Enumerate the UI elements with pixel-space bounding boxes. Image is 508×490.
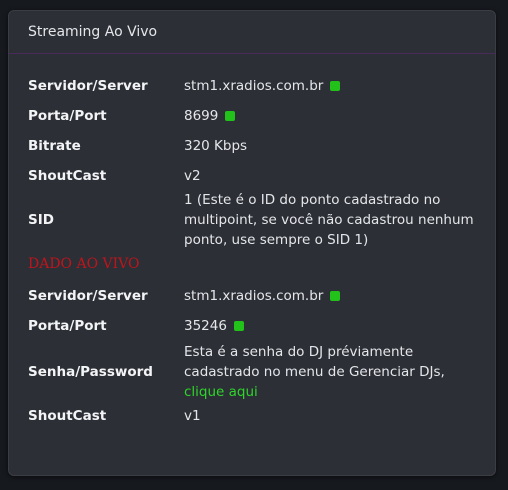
- sid-value: 1 (Este é o ID do ponto cadastrado no mu…: [184, 192, 474, 248]
- row-sid: SID 1 (Este é o ID do ponto cadastrado n…: [28, 190, 488, 250]
- panel-header: Streaming Ao Vivo: [9, 11, 495, 54]
- status-online-icon: [225, 111, 236, 121]
- sid-label: SID: [28, 212, 54, 228]
- live-section-title: DADO AO VIVO: [28, 256, 140, 272]
- row-live-server: Servidor/Server stm1.xradios.com.br: [28, 286, 488, 306]
- status-online-icon: [233, 321, 244, 331]
- server-label: Servidor/Server: [28, 78, 148, 94]
- live-port-value: 35246: [184, 316, 244, 336]
- row-port: Porta/Port 8699: [28, 106, 488, 126]
- shoutcast-value: v2: [184, 168, 201, 184]
- row-server: Servidor/Server stm1.xradios.com.br: [28, 76, 488, 96]
- row-live-port: Porta/Port 35246: [28, 316, 488, 336]
- live-shoutcast-value: v1: [184, 408, 201, 424]
- status-online-icon: [330, 81, 341, 91]
- password-value: Esta é a senha do DJ préviamente cadastr…: [184, 342, 474, 402]
- port-label: Porta/Port: [28, 108, 107, 124]
- row-bitrate: Bitrate 320 Kbps: [28, 136, 488, 156]
- shoutcast-label: ShoutCast: [28, 168, 107, 184]
- port-value: 8699: [184, 106, 236, 126]
- live-server-address: stm1.xradios.com.br: [184, 288, 324, 304]
- live-port-label: Porta/Port: [28, 318, 107, 334]
- live-server-value: stm1.xradios.com.br: [184, 286, 341, 306]
- server-value: stm1.xradios.com.br: [184, 76, 341, 96]
- password-label: Senha/Password: [28, 364, 153, 380]
- row-live-shoutcast: ShoutCast v1: [28, 406, 488, 426]
- row-shoutcast: ShoutCast v2: [28, 166, 488, 186]
- manage-djs-link[interactable]: clique aqui: [184, 384, 258, 400]
- live-shoutcast-label: ShoutCast: [28, 408, 107, 424]
- live-server-label: Servidor/Server: [28, 288, 148, 304]
- row-password: Senha/Password Esta é a senha do DJ prév…: [28, 342, 488, 402]
- server-address: stm1.xradios.com.br: [184, 78, 324, 94]
- bitrate-value: 320 Kbps: [184, 138, 248, 154]
- panel-title: Streaming Ao Vivo: [28, 24, 158, 40]
- bitrate-label: Bitrate: [28, 138, 81, 154]
- live-port-number: 35246: [184, 318, 227, 334]
- status-online-icon: [330, 291, 341, 301]
- port-number: 8699: [184, 108, 219, 124]
- password-description: Esta é a senha do DJ préviamente cadastr…: [184, 344, 445, 380]
- streaming-panel: Streaming Ao Vivo Servidor/Server stm1.x…: [8, 10, 496, 476]
